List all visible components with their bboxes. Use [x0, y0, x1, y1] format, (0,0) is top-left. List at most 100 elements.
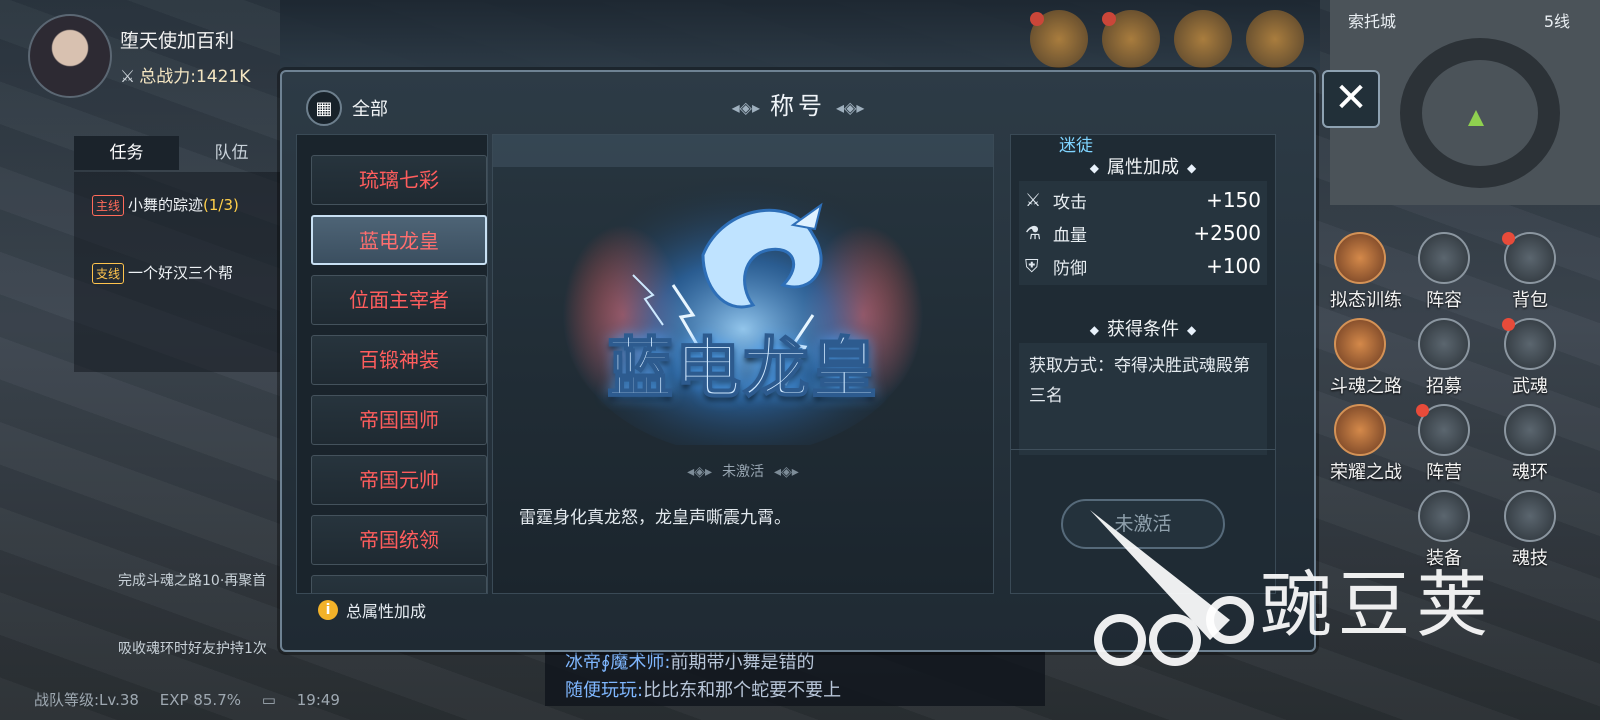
chat-box[interactable]: 冰帝∮魔术师:前期带小舞是错的 随便玩玩:比比东和那个蛇要不要上: [545, 644, 1045, 706]
notification-dot: [1502, 318, 1515, 331]
ornament-left-icon: ◂◈▸: [731, 97, 760, 117]
title-list-item-partial[interactable]: [311, 575, 487, 593]
title-list-item[interactable]: 帝国元帅: [311, 455, 487, 505]
stat-name: 血量: [1053, 225, 1087, 246]
icon-mimic-training[interactable]: 拟态训练: [1330, 232, 1402, 312]
title-list-item[interactable]: 琉璃七彩: [311, 155, 487, 205]
title-state: ◂◈▸ 未激活 ◂◈▸: [493, 461, 993, 481]
notification-dot: [1030, 12, 1044, 26]
lineup-icon: [1418, 232, 1470, 284]
crown-icon: [1334, 404, 1386, 456]
cond-section-title: ◆ 获得条件 ◆: [1011, 315, 1275, 341]
ornament-left-icon: ◂◈▸: [687, 464, 712, 480]
ornament-right-icon: ◂◈▸: [774, 464, 799, 480]
stat-value: +100: [1206, 254, 1261, 278]
ranking-icon[interactable]: [1102, 10, 1160, 68]
icon-martial-soul[interactable]: 武魂: [1500, 318, 1560, 398]
divider: [1011, 449, 1275, 450]
title-list-item[interactable]: 百锻神装: [311, 335, 487, 385]
minimap-city: 索托城: [1348, 12, 1397, 31]
title-description: 雷霆身化真龙怒，龙皇声嘶震九霄。: [519, 508, 791, 528]
title-state-text: 未激活: [722, 464, 764, 480]
stat-row-defense: ⛨ 防御 +100: [1025, 251, 1261, 281]
quest-item[interactable]: 主线 小舞的踪迹(1/3) 完成斗魂之路10·再聚首: [92, 194, 266, 589]
quest-title: 一个好汉三个帮: [128, 264, 234, 282]
icon-soul-ring[interactable]: 魂环: [1500, 404, 1560, 484]
icon-label: 背包: [1512, 290, 1548, 311]
recruit-icon: [1418, 318, 1470, 370]
cond-title-text: 获得条件: [1107, 319, 1179, 340]
chat-message: 前期带小舞是错的: [670, 652, 815, 673]
event-icon[interactable]: [1030, 10, 1088, 68]
icon-equipment[interactable]: 装备: [1414, 490, 1474, 570]
battery-icon: ▭: [261, 691, 276, 709]
icon-label: 斗魂之路: [1330, 376, 1402, 397]
icon-label: 阵营: [1426, 462, 1462, 483]
exp-percent: EXP 85.7%: [159, 691, 241, 709]
chat-sender: 冰帝∮魔术师:: [565, 652, 671, 673]
chat-sender: 随便玩玩:: [565, 680, 644, 701]
soul-skill-icon: [1504, 490, 1556, 542]
icon-glory-battle[interactable]: 荣耀之战: [1330, 404, 1402, 484]
title-list[interactable]: 琉璃七彩 蓝电龙皇 位面主宰者 百锻神装 帝国国师 帝国元帅 帝国统领: [296, 134, 488, 594]
icon-soul-skill[interactable]: 魂技: [1500, 490, 1560, 570]
icon-camp[interactable]: 阵营: [1414, 404, 1474, 484]
stat-row-hp: ⚗ 血量 +2500: [1025, 218, 1261, 248]
minimap-line[interactable]: 5线: [1544, 8, 1570, 32]
diamond-icon: ◆: [1187, 161, 1197, 175]
notification-dot: [1502, 232, 1515, 245]
icon-recruit[interactable]: 招募: [1414, 318, 1474, 398]
attr-title-text: 属性加成: [1107, 157, 1179, 178]
title-art-text: 蓝电龙皇: [606, 328, 879, 408]
icon-label: 魂技: [1512, 548, 1548, 569]
total-attr-bonus[interactable]: i 总属性加成: [318, 598, 426, 622]
title-list-item[interactable]: 帝国国师: [311, 395, 487, 445]
title-list-item[interactable]: 位面主宰者: [311, 275, 487, 325]
icon-soul-road[interactable]: 斗魂之路: [1330, 318, 1402, 398]
title-list-item-selected[interactable]: 蓝电龙皇: [311, 215, 487, 265]
sword-icon: ⚔: [1025, 189, 1042, 211]
martial-soul-icon: [1502, 318, 1556, 370]
chat-message: 比比东和那个蛇要不要上: [643, 680, 842, 701]
potion-icon: ⚗: [1025, 222, 1042, 244]
tab-tasks[interactable]: 任务: [74, 136, 179, 170]
icon-label: 装备: [1426, 548, 1462, 569]
icon-lineup[interactable]: 阵容: [1414, 232, 1474, 312]
stat-value: +150: [1206, 188, 1261, 212]
bag-icon: [1502, 232, 1556, 284]
ornament-right-icon: ◂◈▸: [836, 97, 865, 117]
player-avatar[interactable]: [28, 14, 112, 98]
icon-label: 阵容: [1426, 290, 1462, 311]
activate-button[interactable]: 未激活: [1061, 499, 1225, 549]
soul-ring-icon: [1504, 404, 1556, 456]
title-preview: 蓝电龙皇 ◂◈▸ 未激活 ◂◈▸ 雷霆身化真龙怒，龙皇声嘶震九霄。: [492, 134, 994, 594]
icon-label: 武魂: [1512, 376, 1548, 397]
title-art: 蓝电龙皇: [553, 165, 933, 455]
quest-panel: 主线 小舞的踪迹(1/3) 完成斗魂之路10·再聚首 支线 一个好汉三个帮 吸收魂环…: [74, 172, 284, 657]
quest-desc: 吸收魂环时好友护持1次: [118, 641, 267, 657]
quest-item[interactable]: 支线 一个好汉三个帮 吸收魂环时好友护持1次: [92, 262, 267, 657]
top-menu-icons: [1030, 10, 1304, 68]
title-list-item[interactable]: 帝国统领: [311, 515, 487, 565]
stat-row-attack: ⚔ 攻击 +150: [1025, 185, 1261, 215]
chat-line: 随便玩玩:比比东和那个蛇要不要上: [565, 676, 841, 702]
shop-icon[interactable]: [1246, 10, 1304, 68]
icon-label: 招募: [1426, 376, 1462, 397]
icon-label: 魂环: [1512, 462, 1548, 483]
notification-dot: [1102, 12, 1116, 26]
training-icon: [1334, 232, 1386, 284]
quest-progress: (1/3): [203, 196, 239, 214]
diamond-icon: ◆: [1089, 161, 1099, 175]
tab-team[interactable]: 队伍: [179, 136, 284, 170]
stat-value: +2500: [1193, 221, 1261, 245]
stat-name: 攻击: [1053, 192, 1087, 213]
guide-icon[interactable]: [1174, 10, 1232, 68]
close-button[interactable]: ✕: [1322, 70, 1380, 128]
notification-dot: [1416, 404, 1429, 417]
equipment-icon: [1418, 490, 1470, 542]
quest-desc: 完成斗魂之路10·再聚首: [118, 573, 267, 589]
preview-strip: [493, 135, 993, 167]
condition-text: 获取方式：夺得决胜武魂殿第三名: [1019, 343, 1267, 455]
icon-bag[interactable]: 背包: [1500, 232, 1560, 312]
total-attr-label: 总属性加成: [346, 602, 427, 621]
